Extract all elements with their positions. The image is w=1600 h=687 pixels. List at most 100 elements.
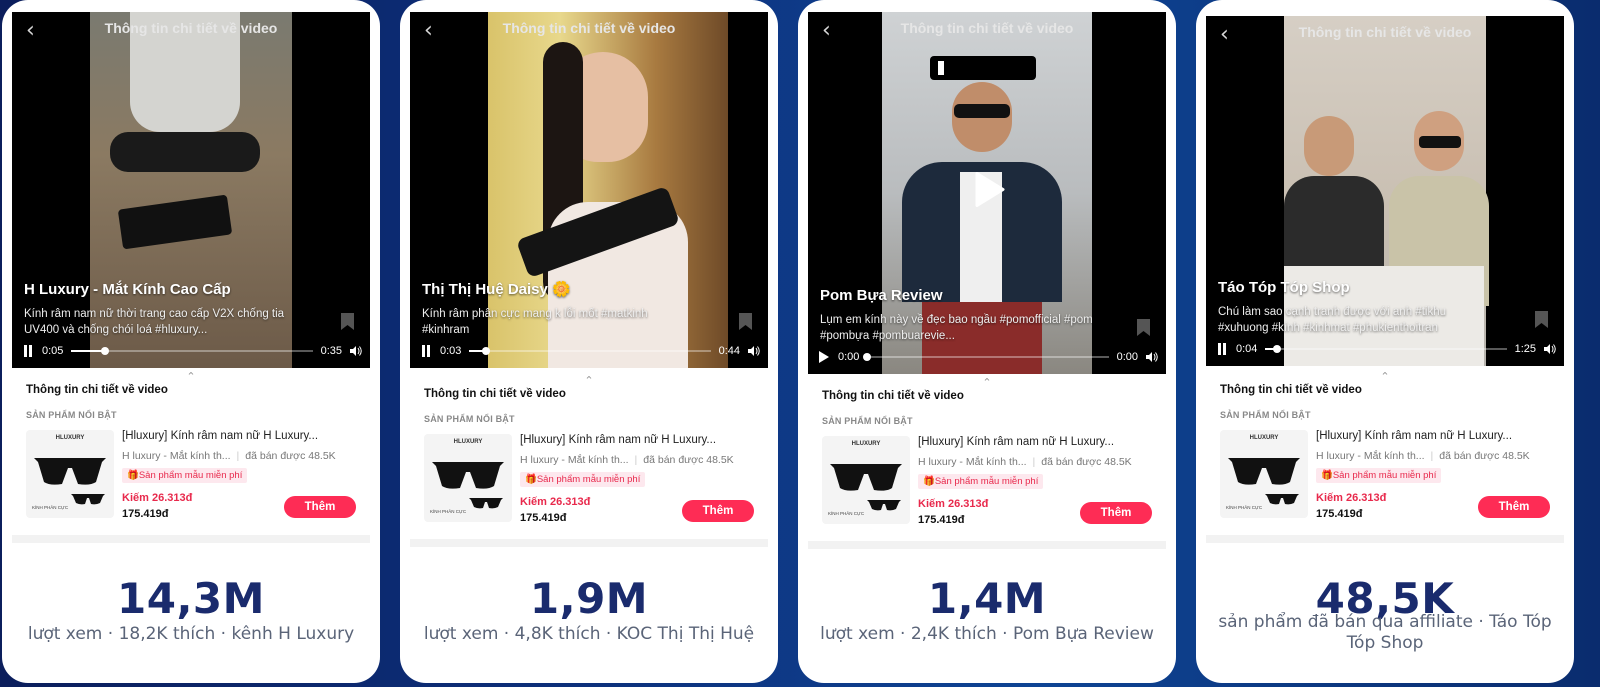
- play-icon[interactable]: [965, 167, 1009, 211]
- stat-description: lượt xem · 4,8K thích · KOC Thị Thị Huệ: [423, 624, 755, 644]
- shop-name: H luxury - Mắt kính th...: [520, 454, 629, 466]
- featured-label: SẢN PHẨM NỔI BẬT: [1220, 410, 1311, 420]
- sunglasses-small-image: [867, 500, 901, 511]
- info-title: Thông tin chi tiết về video: [424, 388, 566, 400]
- bookmark-icon[interactable]: [341, 313, 354, 330]
- image-caption: KÍNH PHÂN CỰC: [430, 509, 467, 514]
- video-player[interactable]: Thông tin chi tiết về video ‹ H Luxury -…: [12, 12, 370, 368]
- product-title[interactable]: [Hluxury] Kính râm nam nữ H Luxury...: [122, 430, 350, 442]
- video-info-panel: ⌃ Thông tin chi tiết về video SẢN PHẨM N…: [1206, 368, 1564, 543]
- creator-name[interactable]: Thị Thị Huệ Daisy 🌼: [422, 280, 571, 298]
- video-caption: Lụm em kính này về đẹc bao ngầu #pomoffi…: [820, 314, 1093, 342]
- back-icon[interactable]: ‹: [26, 20, 35, 42]
- gift-icon: 🎁: [1321, 470, 1333, 481]
- chevron-up-icon[interactable]: ⌃: [12, 370, 370, 383]
- stat-description: sản phẩm đã bán qua affiliate · Táo Tóp …: [1218, 612, 1552, 653]
- product-price: 175.419đ: [122, 508, 169, 520]
- chevron-up-icon[interactable]: ⌃: [1206, 370, 1564, 383]
- sunglasses-image: [830, 464, 902, 491]
- volume-icon[interactable]: [1146, 351, 1158, 363]
- video-card: Thông tin chi tiết về video ‹ H Luxury -…: [2, 0, 380, 683]
- progress-knob[interactable]: [1273, 345, 1282, 353]
- progress-bar[interactable]: [469, 347, 711, 355]
- bookmark-icon[interactable]: [1535, 311, 1548, 328]
- earn-amount: Kiếm 26.313đ: [918, 498, 989, 510]
- playback-controls: 0:00 0:00: [818, 348, 1158, 366]
- pause-icon[interactable]: [420, 345, 432, 357]
- gift-icon: 🎁: [923, 476, 935, 487]
- separator: |: [1430, 450, 1434, 462]
- progress-bar[interactable]: [1265, 345, 1507, 353]
- info-title: Thông tin chi tiết về video: [26, 384, 168, 396]
- add-button[interactable]: Thêm: [284, 496, 356, 518]
- video-info-panel: ⌃ Thông tin chi tiết về video SẢN PHẨM N…: [808, 374, 1166, 549]
- time-current: 0:05: [42, 345, 64, 357]
- video-card: Thông tin chi tiết về video ‹ Pom Bựa Re…: [798, 0, 1176, 683]
- product-title[interactable]: [Hluxury] Kính râm nam nữ H Luxury...: [1316, 430, 1544, 442]
- creator-name[interactable]: Táo Tóp Tóp Shop: [1218, 279, 1350, 296]
- back-icon[interactable]: ‹: [1220, 24, 1229, 46]
- product-title[interactable]: [Hluxury] Kính râm nam nữ H Luxury...: [520, 434, 748, 446]
- video-header: Thông tin chi tiết về video: [900, 20, 1074, 36]
- creator-name[interactable]: H Luxury - Mắt Kính Cao Cấp: [24, 281, 231, 298]
- video-player[interactable]: Thông tin chi tiết về video ‹ Táo Tóp Tó…: [1206, 16, 1564, 366]
- volume-icon[interactable]: [748, 345, 760, 357]
- add-button[interactable]: Thêm: [682, 500, 754, 522]
- earn-amount: Kiếm 26.313đ: [1316, 492, 1387, 504]
- sold-count: đã bán được 48.5K: [643, 454, 734, 466]
- product-image[interactable]: HLUXURY KÍNH PHÂN CỰC: [424, 434, 512, 522]
- product-title[interactable]: [Hluxury] Kính râm nam nữ H Luxury...: [918, 436, 1146, 448]
- add-button[interactable]: Thêm: [1478, 496, 1550, 518]
- shop-row: H luxury - Mắt kính th... | đã bán được …: [122, 450, 360, 462]
- add-button[interactable]: Thêm: [1080, 502, 1152, 524]
- progress-bar[interactable]: [71, 347, 313, 355]
- bookmark-icon[interactable]: [739, 313, 752, 330]
- chevron-up-icon[interactable]: ⌃: [410, 374, 768, 387]
- volume-icon[interactable]: [1544, 343, 1556, 355]
- brand-logo: HLUXURY: [55, 435, 85, 441]
- earn-amount: Kiếm 26.313đ: [122, 492, 193, 504]
- video-header: Thông tin chi tiết về video: [502, 20, 676, 36]
- progress-knob[interactable]: [482, 347, 491, 355]
- featured-label: SẢN PHẨM NỔI BẬT: [424, 414, 515, 424]
- time-total: 0:00: [1116, 351, 1138, 363]
- product-image[interactable]: HLUXURY KÍNH PHÂN CỰC: [1220, 430, 1308, 518]
- progress-knob[interactable]: [863, 353, 872, 361]
- video-header: Thông tin chi tiết về video: [104, 20, 278, 36]
- product-price: 175.419đ: [918, 514, 965, 526]
- progress-bar[interactable]: [863, 353, 1109, 361]
- progress-knob[interactable]: [101, 347, 110, 355]
- sample-badge-label: Sản phẩm mẫu miễn phí: [934, 476, 1039, 487]
- stat-value: 1,4M: [927, 574, 1047, 623]
- time-current: 0:04: [1236, 343, 1258, 355]
- sunglasses-image: [34, 458, 106, 485]
- creator-name[interactable]: Pom Bựa Review: [820, 287, 943, 304]
- video-player[interactable]: Thông tin chi tiết về video ‹ Pom Bựa Re…: [808, 12, 1166, 374]
- play-small-icon[interactable]: [818, 351, 830, 363]
- sample-badge: 🎁Sản phẩm mẫu miễn phí: [918, 474, 1044, 489]
- featured-label: SẢN PHẨM NỔI BẬT: [26, 410, 117, 420]
- volume-icon[interactable]: [350, 345, 362, 357]
- redacted-sticker: [930, 56, 1036, 80]
- time-current: 0:00: [838, 351, 860, 363]
- back-icon[interactable]: ‹: [424, 20, 433, 42]
- info-title: Thông tin chi tiết về video: [822, 390, 964, 402]
- pause-icon[interactable]: [22, 345, 34, 357]
- brand-logo: HLUXURY: [1249, 435, 1279, 441]
- chevron-up-icon[interactable]: ⌃: [808, 376, 1166, 389]
- product-image[interactable]: HLUXURY KÍNH PHÂN CỰC: [822, 436, 910, 524]
- playback-controls: 0:05 0:35: [22, 342, 362, 360]
- separator: |: [1032, 456, 1036, 468]
- sample-badge: 🎁Sản phẩm mẫu miễn phí: [122, 468, 248, 483]
- video-player[interactable]: Thông tin chi tiết về video ‹ Thị Thị Hu…: [410, 12, 768, 368]
- shop-name: H luxury - Mắt kính th...: [918, 456, 1027, 468]
- sunglasses-small-image: [469, 498, 503, 509]
- bookmark-icon[interactable]: [1137, 319, 1150, 336]
- back-icon[interactable]: ‹: [822, 20, 831, 42]
- product-image[interactable]: HLUXURY KÍNH PHÂN CỰC: [26, 430, 114, 518]
- video-caption: Chú làm sao cạnh tranh được với anh #tik…: [1218, 306, 1446, 334]
- sold-count: đã bán được 48.5K: [245, 450, 336, 462]
- time-current: 0:03: [440, 345, 462, 357]
- shop-name: H luxury - Mắt kính th...: [122, 450, 231, 462]
- pause-icon[interactable]: [1216, 343, 1228, 355]
